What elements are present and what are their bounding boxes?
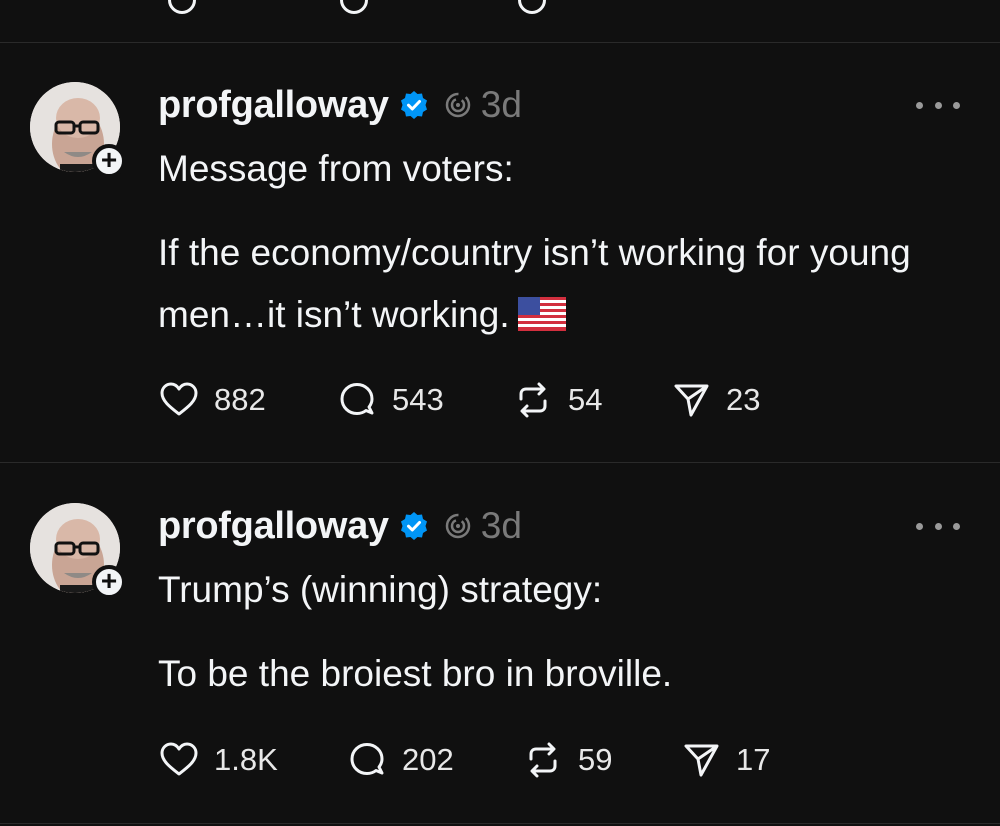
send-triangle-icon: [680, 739, 722, 781]
reply-button[interactable]: 202: [346, 739, 522, 781]
verified-badge-icon: [399, 511, 429, 541]
action-bar: 882 543 54 23: [158, 375, 760, 425]
post-time: 3d: [480, 84, 522, 125]
heart-icon: [158, 739, 200, 781]
threads-spiral-icon: [443, 90, 473, 120]
repost-button[interactable]: 54: [512, 379, 670, 421]
post-header: profgalloway 3d: [158, 501, 522, 551]
reply-count: 543: [392, 382, 444, 417]
more-options-icon[interactable]: [916, 519, 960, 533]
verified-badge-icon: [399, 90, 429, 120]
avatar[interactable]: +: [30, 503, 126, 599]
like-button[interactable]: 1.8K: [158, 739, 346, 781]
reply-button[interactable]: 543: [336, 379, 512, 421]
post-line: Trump’s (winning) strategy:: [158, 569, 603, 610]
comment-bubble-icon: [346, 739, 388, 781]
repost-count: 54: [568, 382, 603, 417]
thread-post[interactable]: + profgalloway 3d Trump’s (winning) stra…: [0, 463, 1000, 824]
username[interactable]: profgalloway: [158, 84, 389, 127]
share-count: 17: [736, 742, 771, 777]
like-count: 882: [214, 382, 266, 417]
feed: + profgalloway 3d Message from voters: I…: [0, 0, 1000, 826]
post-line-with-flag: If the economy/country isn’t working for…: [158, 222, 918, 350]
post-header: profgalloway 3d: [158, 80, 522, 130]
post-time: 3d: [480, 505, 522, 546]
comment-bubble-icon[interactable]: [340, 0, 368, 14]
like-button[interactable]: 882: [158, 379, 336, 421]
post-line: Message from voters:: [158, 148, 514, 189]
share-button[interactable]: 17: [680, 739, 770, 781]
post-line: To be the broiest bro in broville.: [158, 653, 673, 694]
repost-button[interactable]: 59: [522, 739, 680, 781]
previous-post-tail: [0, 0, 1000, 43]
comment-bubble-icon: [336, 379, 378, 421]
more-options-icon[interactable]: [916, 98, 960, 112]
post-text: Trump’s (winning) strategy: To be the br…: [158, 559, 958, 705]
thread-post[interactable]: + profgalloway 3d Message from voters: I…: [0, 42, 1000, 463]
us-flag-icon: [517, 288, 566, 350]
threads-spiral-icon: [443, 511, 473, 541]
like-count: 1.8K: [214, 742, 278, 777]
repost-icon: [522, 739, 564, 781]
username[interactable]: profgalloway: [158, 505, 389, 548]
plus-icon[interactable]: +: [92, 565, 126, 599]
avatar[interactable]: +: [30, 82, 126, 178]
share-button[interactable]: 23: [670, 379, 760, 421]
repost-count: 59: [578, 742, 613, 777]
share-count: 23: [726, 382, 761, 417]
plus-icon[interactable]: +: [92, 144, 126, 178]
heart-icon: [158, 379, 200, 421]
repost-icon[interactable]: [518, 0, 546, 14]
heart-icon[interactable]: [168, 0, 196, 14]
repost-icon: [512, 379, 554, 421]
action-bar: 1.8K 202 59 17: [158, 735, 770, 785]
post-text: Message from voters: If the economy/coun…: [158, 138, 958, 350]
reply-count: 202: [402, 742, 454, 777]
send-triangle-icon: [670, 379, 712, 421]
